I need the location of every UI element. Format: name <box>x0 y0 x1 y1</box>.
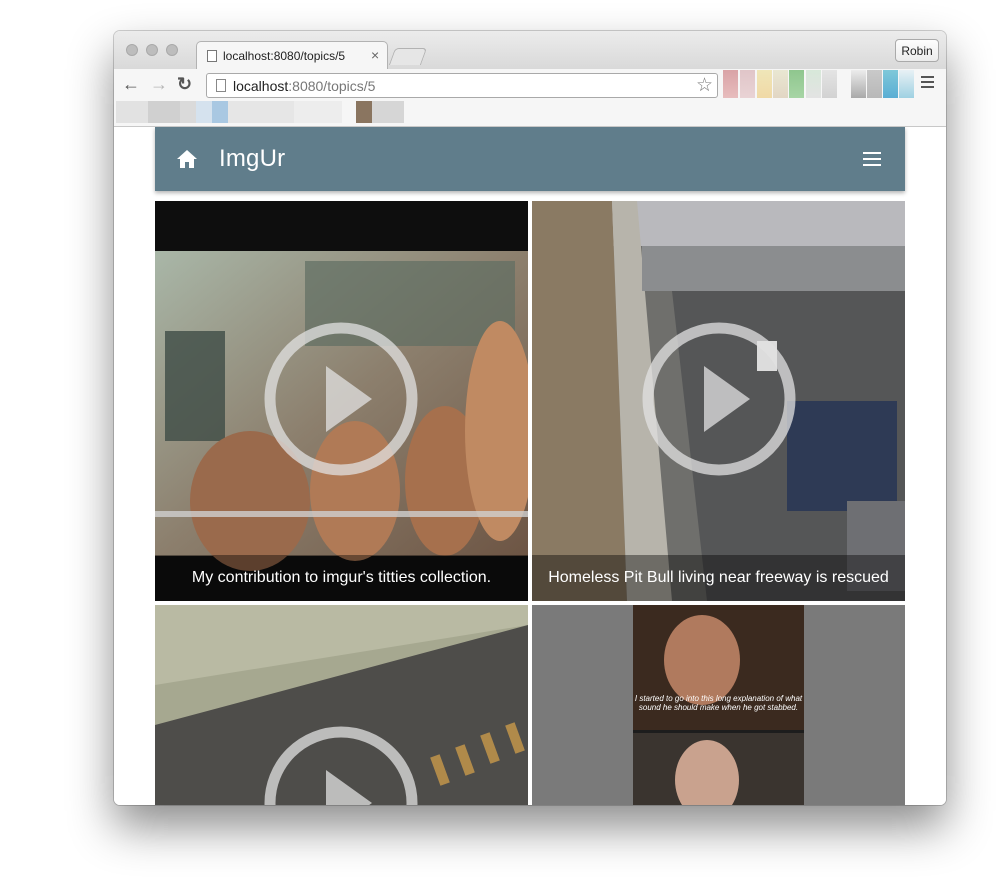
post-caption: My contribution to imgur's titties colle… <box>191 569 492 586</box>
hamburger-menu-icon[interactable] <box>863 152 881 170</box>
gif-subtitle: I started to go into this long explanati… <box>634 694 803 712</box>
extension-icon[interactable] <box>789 70 804 98</box>
home-icon[interactable] <box>177 150 197 168</box>
post-card[interactable] <box>155 605 528 805</box>
bookmark-star-icon[interactable]: ☆ <box>696 74 713 97</box>
extension-icon[interactable] <box>757 70 772 98</box>
bookmark-item[interactable] <box>228 101 294 123</box>
post-card[interactable]: I started to go into this long explanati… <box>532 605 905 805</box>
bookmark-item[interactable] <box>356 101 372 123</box>
extension-icon[interactable] <box>740 70 755 98</box>
app-brand[interactable]: ImgUr <box>219 145 285 173</box>
play-icon[interactable] <box>642 322 796 476</box>
url-host: localhost <box>233 78 289 94</box>
close-window-button[interactable] <box>126 44 138 56</box>
extension-icon[interactable] <box>822 70 837 98</box>
extension-icon[interactable] <box>883 70 898 98</box>
extension-icon[interactable] <box>867 70 882 98</box>
post-card[interactable]: My contribution to imgur's titties colle… <box>155 201 528 601</box>
url-path: :8080/topics/5 <box>288 78 376 94</box>
extension-icon[interactable] <box>806 70 821 98</box>
address-bar[interactable]: localhost:8080/topics/5 ☆ <box>206 73 718 98</box>
extension-icon[interactable] <box>723 70 738 98</box>
post-caption: Homeless Pit Bull living near freeway is… <box>548 569 889 586</box>
profile-button[interactable]: Robin <box>895 39 939 62</box>
browser-tab[interactable]: localhost:8080/topics/5 × <box>196 41 388 70</box>
zoom-window-button[interactable] <box>166 44 178 56</box>
back-arrow-icon[interactable]: ← <box>122 74 140 94</box>
play-icon[interactable] <box>264 322 418 476</box>
extension-icon[interactable] <box>899 70 914 98</box>
bookmark-item[interactable] <box>212 101 228 123</box>
bookmark-item[interactable] <box>180 101 196 123</box>
title-bar: localhost:8080/topics/5 × Robin <box>114 31 946 70</box>
bookmark-item[interactable] <box>116 101 148 123</box>
tab-title: localhost:8080/topics/5 <box>223 49 346 63</box>
bookmark-item[interactable] <box>196 101 212 123</box>
minimize-window-button[interactable] <box>146 44 158 56</box>
extension-icon[interactable] <box>773 70 788 98</box>
bookmark-item[interactable] <box>294 101 342 123</box>
forward-arrow-icon[interactable]: → <box>150 74 168 94</box>
web-page: ImgUr My contribution to imgur's titties… <box>114 127 946 805</box>
page-icon <box>207 50 217 62</box>
url-text: localhost:8080/topics/5 <box>233 78 375 94</box>
bookmark-item[interactable] <box>372 101 404 123</box>
page-icon <box>216 79 226 92</box>
bookmarks-bar <box>114 101 946 127</box>
tab-close-icon[interactable]: × <box>371 47 379 63</box>
browser-window: localhost:8080/topics/5 × Robin ← → ↻ lo… <box>114 31 946 805</box>
browser-menu-icon[interactable] <box>921 76 934 91</box>
app-navbar: ImgUr <box>155 127 905 191</box>
reload-icon[interactable]: ↻ <box>177 74 192 94</box>
extension-icon[interactable] <box>851 70 866 98</box>
bookmark-item[interactable] <box>148 101 180 123</box>
post-card[interactable]: Homeless Pit Bull living near freeway is… <box>532 201 905 601</box>
new-tab-button[interactable] <box>388 48 428 65</box>
browser-toolbar: ← → ↻ localhost:8080/topics/5 ☆ <box>114 69 946 101</box>
play-icon[interactable] <box>264 726 418 805</box>
